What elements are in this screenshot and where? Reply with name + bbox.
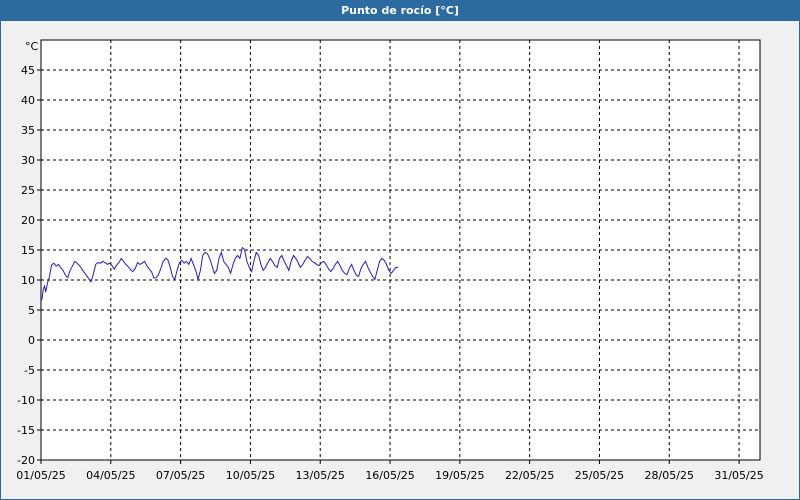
x-tick-label: 19/05/25: [435, 469, 484, 482]
y-tick-label: -10: [17, 394, 35, 407]
x-tick-label: 04/05/25: [86, 469, 135, 482]
x-tick-label: 13/05/25: [296, 469, 345, 482]
plot-area: [40, 39, 761, 461]
y-axis-label: °C: [25, 40, 39, 53]
x-tick-label: 25/05/25: [575, 469, 624, 482]
y-tick-label: 25: [21, 184, 35, 197]
y-tick-label: 45: [21, 64, 35, 77]
x-tick-label: 01/05/25: [16, 469, 65, 482]
x-tick-label: 10/05/25: [226, 469, 275, 482]
x-tick-label: 16/05/25: [365, 469, 414, 482]
y-tick-label: -15: [17, 424, 35, 437]
x-tick-label: 31/05/25: [714, 469, 763, 482]
y-tick-label: 5: [28, 304, 35, 317]
y-tick-label: -20: [17, 454, 35, 467]
y-tick-label: 20: [21, 214, 35, 227]
y-tick-label: 40: [21, 94, 35, 107]
y-tick-label: 10: [21, 274, 35, 287]
x-axis-ticks: 01/05/25 04/05/25 07/05/25 10/05/25 13/05/25…: [16, 460, 764, 482]
y-tick-label: 15: [21, 244, 35, 257]
y-tick-label: 35: [21, 124, 35, 137]
x-tick-label: 28/05/25: [645, 469, 694, 482]
y-tick-label: -5: [24, 364, 35, 377]
y-tick-label: 30: [21, 154, 35, 167]
x-tick-label: 07/05/25: [156, 469, 205, 482]
chart-svg: -20 -15 -10 -5 0 5 10 15 20 25 30 35 40 45 01/05/25 04…: [16, 39, 764, 482]
y-axis-ticks: -20 -15 -10 -5 0 5 10 15 20 25 30 35 40 45: [17, 64, 41, 467]
x-tick-label: 22/05/25: [505, 469, 554, 482]
y-tick-label: 0: [28, 334, 35, 347]
